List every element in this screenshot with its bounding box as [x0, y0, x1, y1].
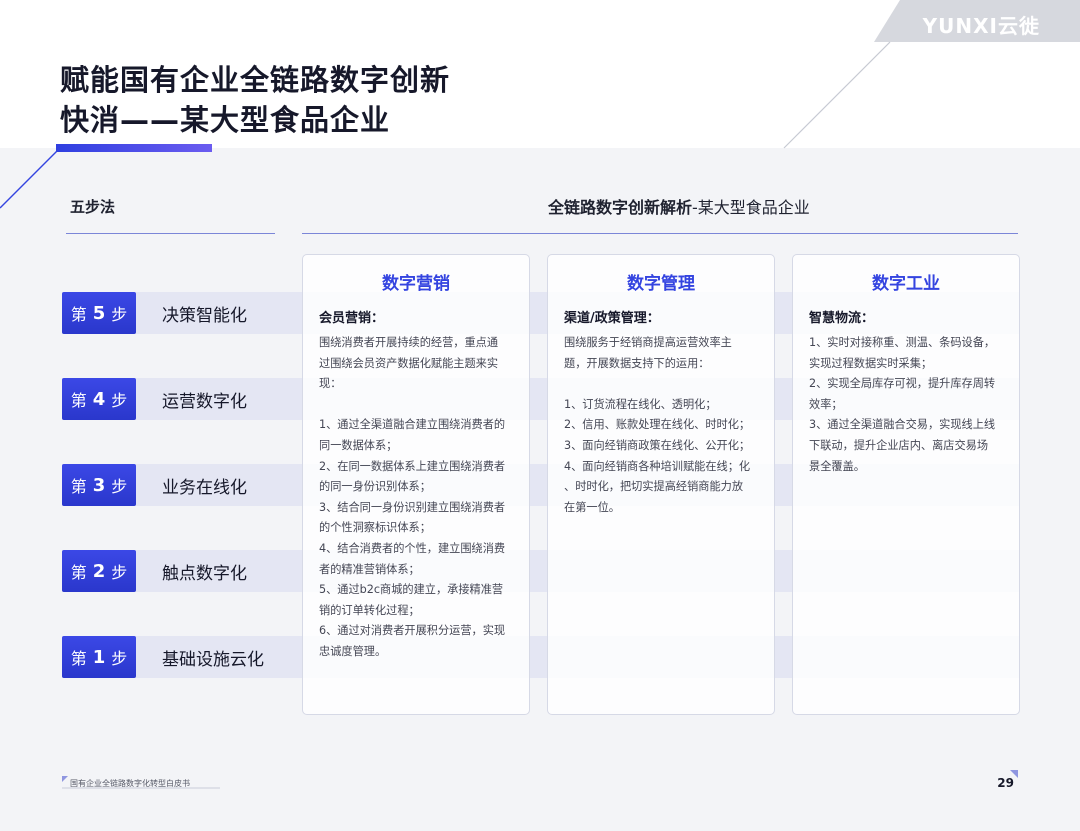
column-line: 围绕消费者开展持续的经营，重点通	[319, 336, 499, 349]
step-prefix: 第	[70, 305, 87, 324]
step-number: 5	[92, 302, 106, 324]
column-body: 围绕消费者开展持续的经营，重点通 过围绕会员资产数据化赋能主题来实 现： 1、通过全渠…	[319, 333, 517, 663]
step-badge-5: 第5步	[62, 292, 136, 334]
analysis-heading-thin: -某大型食品企业	[692, 198, 810, 217]
page-title-line-2: 快消——某大型食品企业	[60, 103, 391, 137]
step-name-1: 基础设施云化	[162, 649, 264, 670]
step-prefix: 第	[70, 391, 87, 410]
column-line: 过围绕会员资产数据化赋能主题来实	[319, 356, 499, 370]
corner-diagonal-line	[783, 41, 891, 149]
column-line: 景全覆盖。	[809, 459, 865, 473]
five-steps-rule	[66, 233, 275, 234]
footer-corner-triangle	[62, 776, 68, 782]
column-subtitle: 会员营销：	[319, 311, 385, 326]
column-line: 6、通过对消费者开展积分运营，实现	[319, 624, 506, 638]
column-line: 题，开展数据支持下的运用：	[564, 356, 710, 370]
step-suffix: 步	[111, 391, 128, 410]
column-subtitle: 智慧物流：	[809, 311, 875, 326]
column-line: 下联动，提升企业店内、离店交易场	[809, 438, 989, 452]
column-card-digital-marketing: 数字营销 会员营销： 围绕消费者开展持续的经营，重点通 过围绕会员资产数据化赋能主…	[302, 254, 530, 715]
column-body: 1、实时对接称重、测温、条码设备， 实现过程数据实时采集； 2、实现全局库存可视，提…	[809, 333, 1007, 477]
step-badge-2: 第2步	[62, 550, 136, 592]
column-line	[319, 395, 517, 416]
column-line: 的个性洞察标识体系；	[319, 521, 431, 535]
column-line: 在第一位。	[564, 500, 620, 514]
step-name-4: 运营数字化	[162, 391, 247, 412]
column-line: 者的精准营销体系；	[319, 562, 420, 576]
step-name-2: 触点数字化	[162, 563, 247, 584]
step-suffix: 步	[111, 563, 128, 582]
column-title: 数字营销	[382, 274, 450, 294]
analysis-heading: 全链路数字创新解析-某大型食品企业	[548, 194, 810, 218]
step-badge-4: 第4步	[62, 378, 136, 420]
column-card-digital-management: 数字管理 渠道/政策管理： 围绕服务于经销商提高运营效率主 题，开展数据支持下的运…	[547, 254, 775, 715]
column-line: 2、信用、账款处理在线化、时时化；	[564, 418, 751, 432]
column-line: 效率；	[809, 397, 843, 411]
step-name-3: 业务在线化	[162, 477, 247, 498]
step-number: 3	[92, 474, 106, 496]
page-title-line-1: 赋能国有企业全链路数字创新	[60, 63, 451, 97]
column-line: 同一数据体系；	[319, 438, 398, 452]
column-line: 1、通过全渠道融合建立围绕消费者的	[319, 418, 506, 432]
column-line: 、时时化，把切实提高经销商能力放	[564, 480, 744, 494]
column-line	[564, 374, 762, 395]
step-badge-3: 第3步	[62, 464, 136, 506]
column-line: 3、结合同一身份识别建立围绕消费者	[319, 500, 506, 514]
step-suffix: 步	[111, 649, 128, 668]
page-title: 赋能国有企业全链路数字创新 快消——某大型食品企业	[60, 60, 450, 140]
step-number: 2	[92, 560, 106, 582]
step-badge-1: 第1步	[62, 636, 136, 678]
page-number: 29	[997, 776, 1014, 790]
column-line: 忠诚度管理。	[319, 644, 387, 658]
step-name-5: 决策智能化	[162, 305, 247, 326]
column-line: 的同一身份识别体系；	[319, 480, 431, 494]
column-line: 1、实时对接称重、测温、条码设备，	[809, 336, 996, 349]
column-line: 5、通过b2c商城的建立，承接精准营	[319, 583, 504, 597]
column-subtitle: 渠道/政策管理：	[564, 311, 660, 326]
step-suffix: 步	[111, 305, 128, 324]
column-line: 实现过程数据实时采集；	[809, 356, 933, 370]
footer-document-title: 国有企业全链路数字化转型白皮书	[70, 779, 190, 788]
step-prefix: 第	[70, 649, 87, 668]
column-line: 1、订货流程在线化、透明化；	[564, 397, 717, 411]
step-suffix: 步	[111, 477, 128, 496]
step-prefix: 第	[70, 563, 87, 582]
column-line: 围绕服务于经销商提高运营效率主	[564, 336, 732, 349]
column-title: 数字工业	[872, 274, 940, 294]
column-body: 围绕服务于经销商提高运营效率主 题，开展数据支持下的运用： 1、订货流程在线化、透明…	[564, 333, 762, 518]
column-line: 3、通过全渠道融合交易，实现线上线	[809, 418, 996, 432]
title-accent-bar	[56, 144, 212, 152]
five-steps-heading: 五步法	[70, 198, 116, 216]
analysis-rule	[302, 233, 1018, 234]
step-number: 1	[92, 646, 106, 668]
step-number: 4	[92, 388, 106, 410]
column-card-digital-industry: 数字工业 智慧物流： 1、实时对接称重、测温、条码设备， 实现过程数据实时采集； 2…	[792, 254, 1020, 715]
column-line: 现：	[319, 377, 342, 391]
column-line: 2、实现全局库存可视，提升库存周转	[809, 377, 996, 391]
brand-logo: YUNXI云徙	[922, 14, 1040, 38]
column-line: 4、结合消费者的个性，建立围绕消费	[319, 541, 506, 555]
step-prefix: 第	[70, 477, 87, 496]
analysis-heading-bold: 全链路数字创新解析	[548, 198, 693, 217]
left-diagonal-line	[0, 149, 59, 209]
column-line: 4、面向经销商各种培训赋能在线；化	[564, 459, 751, 473]
column-line: 3、面向经销商政策在线化、公开化；	[564, 438, 751, 452]
column-line: 销的订单转化过程；	[319, 603, 420, 617]
column-line: 2、在同一数据体系上建立围绕消费者	[319, 459, 506, 473]
column-title: 数字管理	[627, 274, 695, 294]
